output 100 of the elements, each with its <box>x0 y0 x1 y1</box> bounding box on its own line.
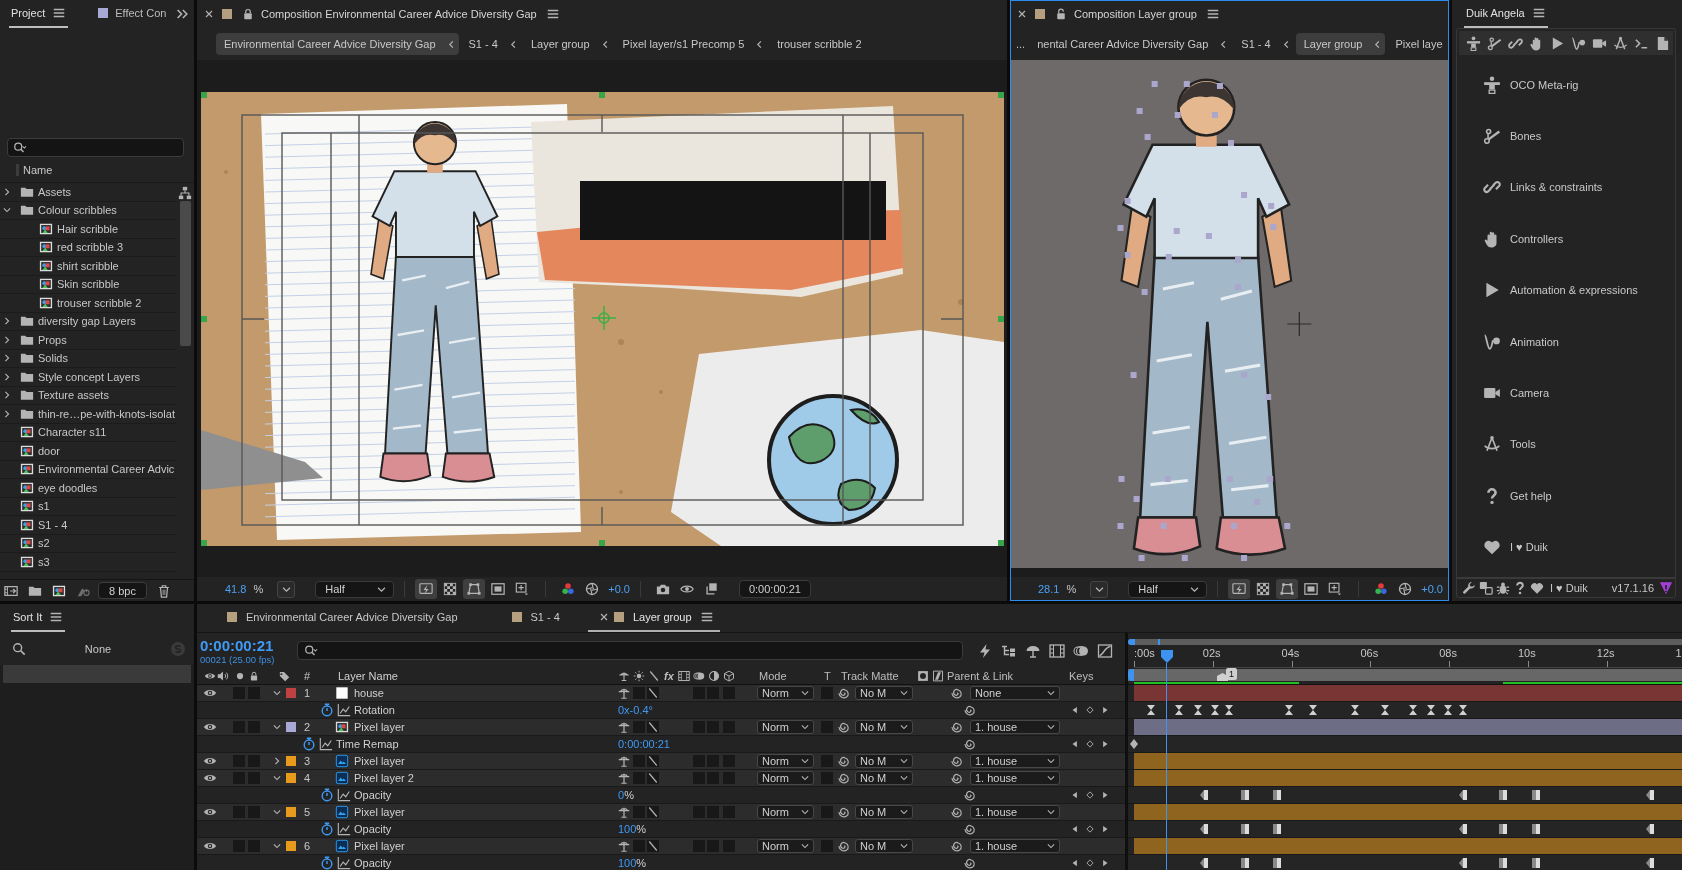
chevron-down-icon[interactable] <box>272 841 282 851</box>
duik-menu-item[interactable]: Animation <box>1483 330 1559 353</box>
keyframe-icon[interactable] <box>1272 857 1283 869</box>
timeline-tab[interactable]: Layer group <box>587 604 720 632</box>
add-keyframe-icon[interactable] <box>1085 824 1095 834</box>
resolution-dropdown[interactable]: Half <box>1128 580 1208 598</box>
keyframe-icon[interactable] <box>1272 823 1283 835</box>
track-matte-dropdown[interactable]: No M <box>855 805 913 819</box>
spiral-icon[interactable] <box>963 856 977 870</box>
column-header[interactable]: Name <box>23 163 53 176</box>
chevron-down-icon[interactable] <box>272 688 282 698</box>
duik-menu-item[interactable]: Tools <box>1483 433 1536 456</box>
breadcrumb[interactable]: Pixel laye <box>1387 33 1445 55</box>
next-keyframe-icon[interactable] <box>1100 824 1110 834</box>
label-color-icon[interactable] <box>286 722 296 732</box>
keyframe-icon[interactable] <box>1173 704 1184 716</box>
exposure-value[interactable]: +0.0 <box>608 583 630 595</box>
breadcrumb[interactable]: Layer group <box>522 33 613 55</box>
slash-icon[interactable] <box>647 755 659 767</box>
add-keyframe-icon[interactable] <box>1085 705 1095 715</box>
keyframe-icon[interactable] <box>1349 704 1360 716</box>
keyframe-icon[interactable] <box>1458 857 1469 869</box>
slash-icon[interactable] <box>647 772 659 784</box>
parent-dropdown[interactable]: 1. house <box>970 805 1060 819</box>
keyframe-icon[interactable] <box>1498 823 1509 835</box>
timecode-field[interactable]: 0:00:00:21 <box>738 580 811 598</box>
help-icon[interactable] <box>1513 581 1527 595</box>
bug-icon[interactable] <box>1496 581 1510 595</box>
property-value[interactable]: 100% <box>618 823 647 835</box>
scrollbar-thumb[interactable] <box>179 201 191 346</box>
parent-dropdown[interactable]: 1. house <box>970 771 1060 785</box>
keyframe-icon[interactable] <box>1645 857 1656 869</box>
project-item[interactable]: Environmental Career Advic <box>0 460 176 479</box>
time-ruler[interactable]: :00s 02s 04s 06s 08s 10s 12s 1 <box>1134 647 1682 668</box>
menu-icon[interactable] <box>52 6 67 20</box>
composition-icon[interactable] <box>52 583 66 598</box>
stopwatch-icon[interactable] <box>320 856 334 870</box>
keyframe-icon[interactable] <box>1239 857 1250 869</box>
keyframe-icon[interactable] <box>1209 704 1220 716</box>
project-item[interactable]: Hair scribble <box>0 220 176 239</box>
timeline-tab[interactable]: Environmental Career Advice Diversity Gap <box>201 604 464 632</box>
parent-dropdown[interactable]: None <box>970 686 1060 700</box>
viewer-tab[interactable]: Composition Layer group <box>1016 0 1220 28</box>
magnification-value[interactable]: 41.8 % <box>225 583 264 595</box>
menu-icon[interactable] <box>1205 7 1220 21</box>
track-matte-dropdown[interactable]: No M <box>855 771 913 785</box>
graph-icon[interactable] <box>337 856 351 870</box>
graph-icon[interactable] <box>337 788 351 802</box>
chevron-right-icon[interactable] <box>2 408 12 419</box>
menu-icon[interactable] <box>545 7 560 21</box>
magnification-value[interactable]: 28.1 % <box>1038 583 1077 595</box>
keyframe-icon[interactable] <box>1498 789 1509 801</box>
project-item[interactable]: Assets <box>0 183 176 202</box>
next-keyframe-icon[interactable] <box>1100 858 1110 868</box>
blend-mode-dropdown[interactable]: Norm <box>757 771 814 785</box>
label-color-icon[interactable] <box>286 773 296 783</box>
keyframe-icon[interactable] <box>1530 823 1541 835</box>
previous-keyframe-icon[interactable] <box>1070 824 1080 834</box>
chevron-right-icon[interactable] <box>2 353 12 364</box>
breadcrumb[interactable]: Environmental Career Advice Diversity Gap <box>216 33 459 55</box>
layer-name[interactable]: Pixel layer <box>354 755 405 767</box>
chevron-right-icon[interactable] <box>272 756 282 766</box>
slash-icon[interactable] <box>647 721 659 733</box>
search-icon[interactable] <box>12 641 26 656</box>
keyframe-icon[interactable] <box>1426 704 1437 716</box>
keyframe-icon[interactable] <box>1239 789 1250 801</box>
keyframe-icon[interactable] <box>1458 704 1469 716</box>
project-item[interactable]: shirt scribble <box>0 257 176 276</box>
add-keyframe-icon[interactable] <box>1085 739 1095 749</box>
keyframe-icon[interactable] <box>1198 789 1209 801</box>
slash-icon[interactable] <box>647 687 659 699</box>
track-matte-dropdown[interactable]: No M <box>855 754 913 768</box>
color-channels-icon[interactable] <box>561 582 576 596</box>
project-item[interactable]: Colour scribbles <box>0 201 176 220</box>
fast-preview-button[interactable] <box>1228 579 1251 599</box>
magnification-dropdown[interactable] <box>1090 580 1109 598</box>
breadcrumb[interactable]: Pixel layer/s1 Precomp 5 <box>614 33 768 55</box>
keyframe-icon[interactable] <box>1239 823 1250 835</box>
spiral-icon[interactable] <box>950 839 964 853</box>
chevron-down-icon[interactable] <box>272 807 282 817</box>
previous-keyframe-icon[interactable] <box>1070 705 1080 715</box>
slash-icon[interactable] <box>647 840 659 852</box>
timeline-tab[interactable]: S1 - 4 <box>485 604 566 632</box>
eye-icon[interactable] <box>679 582 694 596</box>
chevron-right-icon[interactable] <box>2 186 12 197</box>
camera-icon[interactable] <box>655 582 670 596</box>
stopwatch-icon[interactable] <box>302 737 316 751</box>
project-item[interactable]: Character s11 <box>0 423 176 442</box>
add-keyframe-icon[interactable] <box>1085 790 1095 800</box>
parent-dropdown[interactable]: 1. house <box>970 839 1060 853</box>
label-color-icon[interactable] <box>286 688 296 698</box>
spiral-icon[interactable] <box>837 839 851 853</box>
slash-icon[interactable] <box>647 806 659 818</box>
property-value[interactable]: 0x-0.4° <box>618 704 653 716</box>
keyframe-icon[interactable] <box>1498 857 1509 869</box>
graph-icon[interactable] <box>337 703 351 717</box>
shy-icon[interactable] <box>617 720 631 734</box>
spiral-icon[interactable] <box>837 686 851 700</box>
blend-mode-dropdown[interactable]: Norm <box>757 720 814 734</box>
import-footage-icon[interactable] <box>4 583 18 598</box>
